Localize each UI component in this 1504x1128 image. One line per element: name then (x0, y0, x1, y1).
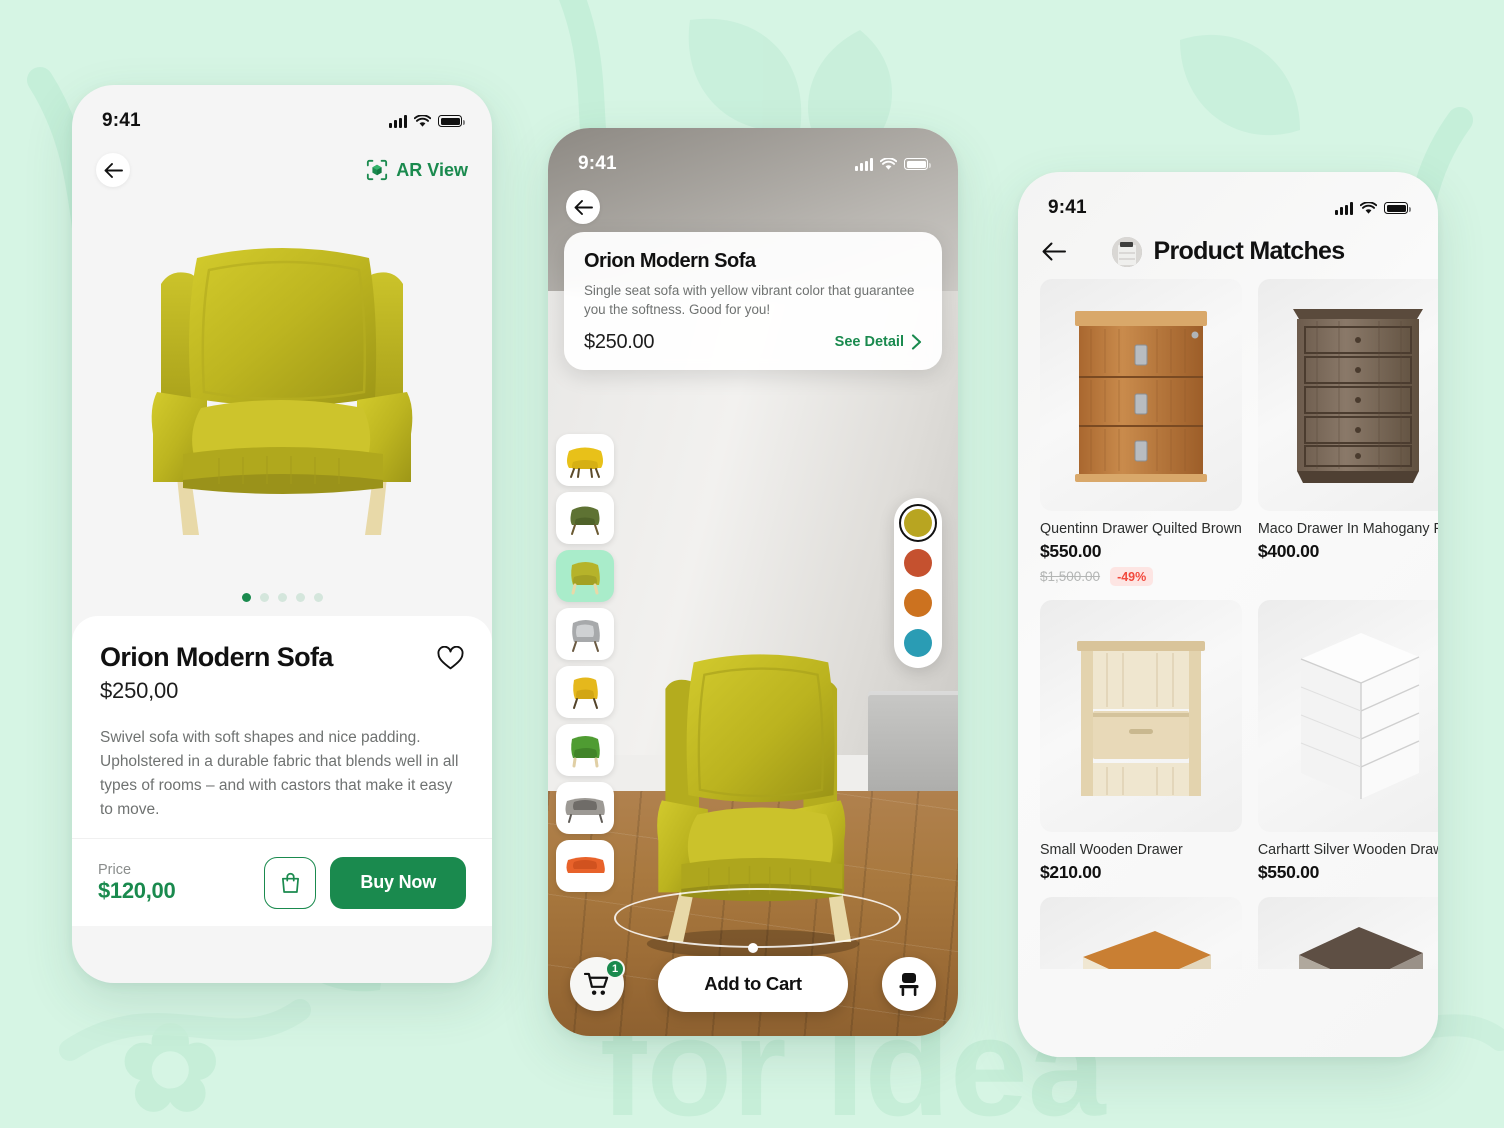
page-title: Orion Modern Sofa (100, 642, 333, 672)
product-price: $250,00 (100, 678, 179, 703)
pager-dot[interactable] (313, 593, 323, 602)
page-title: Product Matches (1153, 237, 1346, 265)
matches-header: Product Matches (1018, 230, 1438, 279)
dark-wood-5-drawer-chest-image (1292, 309, 1423, 483)
white-gloss-4-drawer-image (1300, 633, 1419, 799)
product-card[interactable]: Carhartt Silver Wooden Draw... $550.00 (1257, 600, 1438, 883)
product-name: Quentinn Drawer Quilted Brown (1040, 521, 1242, 537)
battery-full-icon (1384, 202, 1411, 214)
ar-product-description: Single seat sofa with yellow vibrant col… (584, 283, 915, 318)
product-discount-badge: -49% (1110, 567, 1154, 586)
wifi-icon (414, 114, 431, 127)
ar-product-title: Orion Modern Sofa (584, 250, 756, 272)
chair-toggle-button[interactable] (881, 957, 936, 1011)
buy-now-button[interactable]: Buy Now (330, 856, 466, 909)
product-info-sheet: Orion Modern Sofa $250,00 Swivel sofa wi… (72, 616, 492, 926)
ar-color-olive[interactable] (899, 504, 937, 542)
pager-dot[interactable] (295, 593, 305, 602)
pager-dot[interactable] (277, 593, 287, 602)
product-name: Maco Drawer In Mahogany Fi... (1257, 521, 1438, 537)
status-bar-3: 9:41 (1018, 172, 1438, 230)
arrow-left-icon (104, 162, 123, 178)
ar-view-button[interactable]: AR View (366, 159, 468, 181)
battery-full-icon (904, 158, 931, 170)
product-price: $550.00 (1257, 862, 1320, 882)
shopping-bag-icon (281, 872, 299, 893)
status-time: 9:41 (102, 110, 141, 131)
product-image[interactable] (1257, 279, 1438, 511)
add-to-bag-button[interactable] (264, 856, 317, 909)
chevron-right-icon (911, 334, 922, 350)
back-button[interactable] (96, 153, 130, 187)
cart-button[interactable]: 1 (570, 957, 625, 1011)
variant-thumb-yellow-tub-chair[interactable] (556, 434, 614, 486)
cart-count-badge: 1 (605, 959, 625, 979)
signal-bars-icon (389, 114, 407, 128)
product-image[interactable] (1040, 897, 1242, 969)
product-price: $210.00 (1040, 862, 1102, 882)
cream-2-drawer-nightstand-image (1082, 931, 1211, 969)
signal-bars-icon (855, 157, 873, 171)
add-to-cart-button[interactable]: Add to Cart (658, 956, 848, 1012)
product-price: $400.00 (1257, 541, 1320, 561)
pager-dot[interactable] (259, 593, 269, 602)
product-card[interactable] (1257, 897, 1438, 969)
wifi-icon (1360, 201, 1377, 214)
product-thumb-avatar (1111, 236, 1142, 267)
chair-icon (899, 972, 919, 996)
product-image[interactable] (1257, 897, 1438, 969)
signal-bars-icon (1335, 201, 1353, 215)
heart-outline-icon[interactable] (437, 646, 464, 671)
light-pine-nightstand-image (1076, 641, 1205, 796)
phone-ar-view: 9:41 Orion Modern Sofa Single seat sofa … (548, 128, 958, 1036)
product-name: Small Wooden Drawer (1040, 842, 1183, 858)
ar-view-label: AR View (396, 159, 468, 180)
ar-color-orange-brown[interactable] (904, 589, 932, 617)
pager-dot[interactable] (241, 593, 251, 602)
arrow-left-icon (574, 199, 593, 215)
yellow-armchair-image (151, 248, 413, 535)
status-time: 9:41 (578, 153, 617, 174)
product-image[interactable] (1040, 279, 1242, 511)
product-card[interactable]: Quentinn Drawer Quilted Brown $550.00 $1… (1040, 279, 1242, 586)
battery-full-icon (438, 115, 465, 127)
product-grid: Quentinn Drawer Quilted Brown $550.00 $1… (1018, 279, 1438, 969)
back-button[interactable] (566, 190, 600, 224)
ar-product-price: $250.00 (584, 330, 655, 353)
product-hero-image[interactable] (72, 187, 492, 587)
product-old-price: $1,500.00 (1040, 569, 1101, 584)
price-value: $120,00 (98, 877, 176, 903)
ar-color-rust[interactable] (904, 549, 932, 577)
status-time: 9:41 (1048, 197, 1087, 218)
see-detail-label: See Detail (834, 334, 904, 351)
wifi-icon (880, 157, 897, 170)
status-bar-2: 9:41 (548, 128, 958, 186)
product-price: $550.00 (1040, 541, 1102, 561)
variant-thumb-olive-green-armchair[interactable] (556, 492, 614, 544)
ar-cube-scan-icon (367, 159, 388, 181)
product-card[interactable]: Small Wooden Drawer $210.00 (1040, 600, 1242, 883)
see-detail-button[interactable]: See Detail (835, 334, 922, 350)
ar-placement-ring (613, 888, 901, 949)
ar-placed-chair[interactable] (548, 627, 958, 972)
product-card[interactable]: Maco Drawer In Mahogany Fi... $400.00 (1257, 279, 1438, 586)
status-bar-1: 9:41 (72, 85, 492, 143)
phone-product-detail: 9:41 AR View Orion Modern Sofa $250,00 S… (72, 85, 492, 983)
back-button[interactable] (1042, 242, 1066, 261)
price-label: Price (98, 861, 132, 878)
phone-product-matches: 9:41 Product Matches Quentinn Drawer Qui… (1018, 172, 1438, 1057)
ar-product-card: Orion Modern Sofa Single seat sofa with … (564, 232, 942, 370)
product-name: Carhartt Silver Wooden Draw... (1257, 842, 1438, 858)
variant-thumb-mustard-wing-chair[interactable] (556, 550, 614, 602)
purchase-bar: Price $120,00 Buy Now (72, 838, 492, 926)
product-description: Swivel sofa with soft shapes and nice pa… (100, 729, 459, 819)
product-image[interactable] (1040, 600, 1242, 832)
product-image[interactable] (1257, 600, 1438, 832)
product-card[interactable] (1040, 897, 1242, 969)
image-pager[interactable] (72, 587, 492, 616)
grey-wood-nightstand-image (1298, 927, 1423, 969)
wooden-3-drawer-chest-image (1074, 311, 1207, 482)
ar-action-bar: 1 Add to Cart (548, 956, 958, 1012)
